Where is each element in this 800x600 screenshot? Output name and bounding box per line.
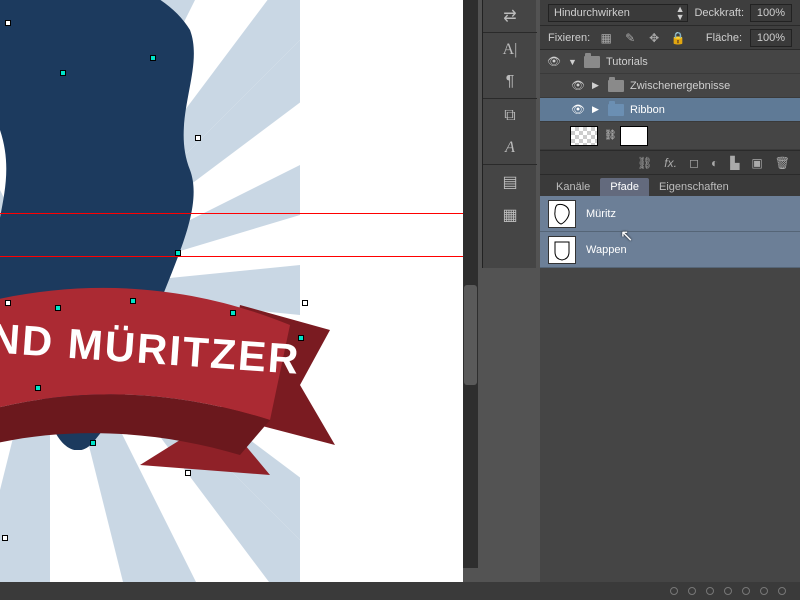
lock-brush-icon[interactable]: ✎	[622, 30, 638, 46]
visibility-icon[interactable]: 👁	[570, 103, 586, 116]
layer-row[interactable]: 👁 ▼ Tutorials	[540, 50, 800, 74]
clone-icon[interactable]: ⧉	[483, 99, 537, 132]
link-mask-icon[interactable]: ⛓	[604, 130, 614, 141]
add-mask-icon[interactable]: ◻	[689, 156, 699, 170]
blend-mode-select[interactable]: Hindurchwirken ▲▼	[548, 4, 688, 22]
status-dot-icon	[778, 587, 786, 595]
status-dot-icon	[706, 587, 714, 595]
path-anchors[interactable]	[0, 0, 463, 600]
opacity-label: Deckkraft:	[694, 7, 744, 19]
layers-footer: ⛓ fx. ◻ ◐ ▙ ▣ 🗑	[540, 150, 800, 174]
visibility-icon[interactable]: 👁	[570, 79, 586, 92]
layer-name: Zwischenergebnisse	[630, 80, 730, 92]
mask-thumb[interactable]	[620, 126, 648, 146]
path-thumb	[548, 236, 576, 264]
opacity-field[interactable]: 100%	[750, 4, 792, 22]
collapsed-panel-dock: ⇄ A| ¶ ⧉ A ▤ ▦	[482, 0, 536, 268]
disclosure-icon[interactable]: ▼	[568, 57, 578, 67]
layer-name: Ribbon	[630, 104, 665, 116]
folder-icon	[608, 104, 624, 116]
lock-row: Fixieren: ▦ ✎ ✥ 🔒 Fläche: 100%	[540, 26, 800, 50]
swap-icon[interactable]: ⇄	[483, 0, 537, 33]
path-row[interactable]: Wappen	[540, 232, 800, 268]
status-dot-icon	[742, 587, 750, 595]
path-name: Müritz	[586, 208, 616, 220]
guides-icon[interactable]: ▦	[483, 198, 537, 231]
fill-field[interactable]: 100%	[750, 29, 792, 47]
tab-channels[interactable]: Kanäle	[546, 178, 600, 196]
disclosure-icon[interactable]: ▶	[592, 104, 602, 115]
layer-thumb[interactable]	[570, 126, 598, 146]
paths-tab-bar: Kanäle Pfade Eigenschaften	[540, 174, 800, 196]
lock-transparency-icon[interactable]: ▦	[598, 30, 614, 46]
tab-properties[interactable]: Eigenschaften	[649, 178, 739, 196]
warp-text-icon[interactable]: A	[483, 132, 537, 165]
paragraph-icon[interactable]: ¶	[483, 66, 537, 99]
blend-mode-value: Hindurchwirken	[554, 7, 630, 19]
folder-icon	[608, 80, 624, 92]
blend-mode-row: Hindurchwirken ▲▼ Deckkraft: 100%	[540, 0, 800, 26]
adjustment-icon[interactable]: ◐	[711, 156, 718, 170]
vertical-scrollbar[interactable]	[463, 0, 478, 568]
status-bar	[0, 582, 800, 600]
path-thumb	[548, 200, 576, 228]
character-icon[interactable]: A|	[483, 33, 537, 66]
status-dot-icon	[760, 587, 768, 595]
lock-all-icon[interactable]: 🔒	[670, 30, 686, 46]
fill-label: Fläche:	[706, 32, 742, 44]
trash-icon[interactable]: 🗑	[775, 156, 790, 170]
disclosure-icon[interactable]: ▶	[592, 80, 602, 91]
paths-list: Müritz Wappen	[540, 196, 800, 268]
tab-paths[interactable]: Pfade	[600, 178, 649, 196]
lock-move-icon[interactable]: ✥	[646, 30, 662, 46]
layer-row[interactable]: 👁 ▶ Ribbon	[540, 98, 800, 122]
document-canvas[interactable]: ND MÜRITZER	[0, 0, 463, 600]
new-group-icon[interactable]: ▙	[730, 156, 739, 170]
status-dot-icon	[688, 587, 696, 595]
layer-name: Tutorials	[606, 56, 648, 68]
visibility-icon[interactable]: 👁	[546, 55, 562, 68]
notes-icon[interactable]: ▤	[483, 165, 537, 198]
layer-row[interactable]: ⛓	[540, 122, 800, 150]
status-dot-icon	[670, 587, 678, 595]
path-row[interactable]: Müritz	[540, 196, 800, 232]
folder-icon	[584, 56, 600, 68]
status-dot-icon	[724, 587, 732, 595]
layer-row[interactable]: 👁 ▶ Zwischenergebnisse	[540, 74, 800, 98]
right-panel-column: Hindurchwirken ▲▼ Deckkraft: 100% Fixier…	[540, 0, 800, 600]
scrollbar-thumb[interactable]	[464, 285, 477, 385]
link-layers-icon[interactable]: ⛓	[637, 156, 652, 170]
path-name: Wappen	[586, 244, 627, 256]
layers-list: 👁 ▼ Tutorials 👁 ▶ Zwischenergebnisse 👁 ▶…	[540, 50, 800, 150]
new-layer-icon[interactable]: ▣	[751, 156, 762, 170]
fx-icon[interactable]: fx.	[664, 156, 677, 170]
lock-label: Fixieren:	[548, 32, 590, 44]
dropdown-arrows-icon: ▲▼	[676, 5, 683, 21]
